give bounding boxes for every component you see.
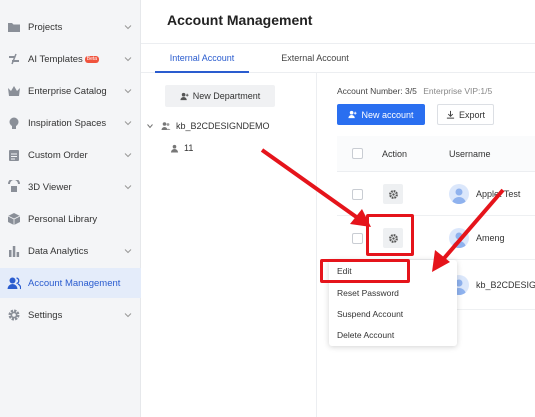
sidebar-item-label: Settings (28, 309, 63, 321)
avatar (449, 184, 469, 204)
sidebar-item-label: Enterprise Catalog (28, 85, 107, 97)
sidebar-item-custom-order[interactable]: Custom Order (0, 140, 141, 170)
chevron-down-icon[interactable] (124, 119, 132, 127)
beta-badge: Beta (84, 55, 100, 63)
column-header-action: Action (382, 149, 408, 159)
new-department-label: New Department (192, 91, 261, 101)
sidebar: Projects AI Templates Beta Enterprise Cat… (0, 0, 141, 417)
avatar (449, 228, 469, 248)
sidebar-item-settings[interactable]: Settings (0, 300, 141, 330)
group-icon (161, 122, 171, 130)
sidebar-item-account-management[interactable]: Account Management (0, 268, 141, 298)
enterprise-vip-count: Enterprise VIP:1/5 (423, 86, 493, 96)
sidebar-item-personal-library[interactable]: Personal Library (0, 204, 141, 234)
sidebar-item-inspiration-spaces[interactable]: Inspiration Spaces (0, 108, 141, 138)
tree-child-label: 11 (184, 143, 194, 153)
row-checkbox[interactable] (352, 233, 363, 244)
chevron-down-icon[interactable] (124, 23, 132, 31)
tree-root-label: kb_B2CDESIGNDEMO (176, 121, 270, 131)
sidebar-item-label: Personal Library (28, 213, 98, 225)
account-number-info: Account Number: 3/5 Enterprise VIP:1/5 (337, 86, 492, 96)
tab-internal-account[interactable]: Internal Account (155, 44, 249, 73)
row-settings-button[interactable] (383, 184, 403, 204)
column-header-username: Username (449, 149, 491, 159)
row-checkbox[interactable] (352, 189, 363, 200)
username-cell: kb_B2CDESIGN (476, 280, 535, 290)
sidebar-item-projects[interactable]: Projects (0, 12, 141, 42)
menu-item-suspend-account[interactable]: Suspend Account (337, 309, 403, 319)
table-row[interactable]: Applet Test (337, 172, 535, 216)
bulb-icon (7, 116, 21, 130)
export-label: Export (458, 109, 485, 120)
highlight-box-edit (320, 259, 410, 283)
sidebar-item-label: Custom Order (28, 149, 88, 161)
sidebar-item-enterprise-catalog[interactable]: Enterprise Catalog (0, 76, 141, 106)
add-user-icon (348, 110, 358, 119)
gear-icon (388, 189, 398, 199)
new-department-button[interactable]: New Department (165, 85, 275, 107)
account-number-value: 3/5 (405, 86, 417, 96)
menu-item-reset-password[interactable]: Reset Password (337, 288, 399, 298)
sidebar-item-label: Projects (28, 21, 63, 33)
chevron-down-icon[interactable] (124, 87, 132, 95)
sidebar-item-label: Data Analytics (28, 245, 89, 257)
caret-down-icon[interactable] (147, 123, 153, 129)
tab-bar: Internal Account External Account (141, 43, 535, 73)
tree-root-node[interactable]: kb_B2CDESIGNDEMO (147, 121, 270, 131)
new-account-button[interactable]: New account (337, 104, 425, 125)
chevron-down-icon[interactable] (124, 183, 132, 191)
bar-chart-icon (7, 244, 21, 258)
select-all-checkbox[interactable] (352, 148, 363, 159)
sidebar-item-label: 3D Viewer (28, 181, 72, 193)
tab-external-account[interactable]: External Account (268, 44, 362, 73)
cube-icon (7, 212, 21, 226)
sidebar-item-ai-templates[interactable]: AI Templates Beta (0, 44, 141, 74)
username-cell: Ameng (476, 233, 505, 243)
sidebar-item-3d-viewer[interactable]: 3D Viewer (0, 172, 141, 202)
highlight-box-gear (366, 214, 414, 256)
folder-icon (7, 20, 21, 34)
ai-bolt-icon (7, 52, 21, 66)
department-tree-panel: New Department kb_B2CDESIGNDEMO 11 (141, 73, 317, 417)
new-account-label: New account (361, 109, 414, 120)
crown-icon (7, 84, 21, 98)
chevron-down-icon[interactable] (124, 55, 132, 63)
gear-icon (7, 308, 21, 322)
add-user-icon (180, 92, 189, 100)
sidebar-item-label: Inspiration Spaces (28, 117, 107, 129)
user-icon (170, 144, 179, 153)
table-header: Action Username (337, 136, 535, 172)
account-number-label: Account Number: (337, 86, 403, 96)
chevron-down-icon[interactable] (124, 151, 132, 159)
clipboard-icon (7, 148, 21, 162)
username-cell: Applet Test (476, 189, 521, 199)
chevron-down-icon[interactable] (124, 311, 132, 319)
chevron-down-icon[interactable] (124, 247, 132, 255)
sidebar-item-data-analytics[interactable]: Data Analytics (0, 236, 141, 266)
sidebar-item-label: AI Templates (28, 53, 83, 65)
export-button[interactable]: Export (437, 104, 494, 125)
download-icon (446, 110, 455, 119)
menu-item-delete-account[interactable]: Delete Account (337, 330, 394, 340)
users-icon (7, 276, 21, 290)
sidebar-item-label: Account Management (28, 277, 121, 289)
page-title: Account Management (167, 12, 313, 28)
3d-viewer-icon (7, 180, 21, 194)
tree-child-node[interactable]: 11 (170, 143, 193, 153)
